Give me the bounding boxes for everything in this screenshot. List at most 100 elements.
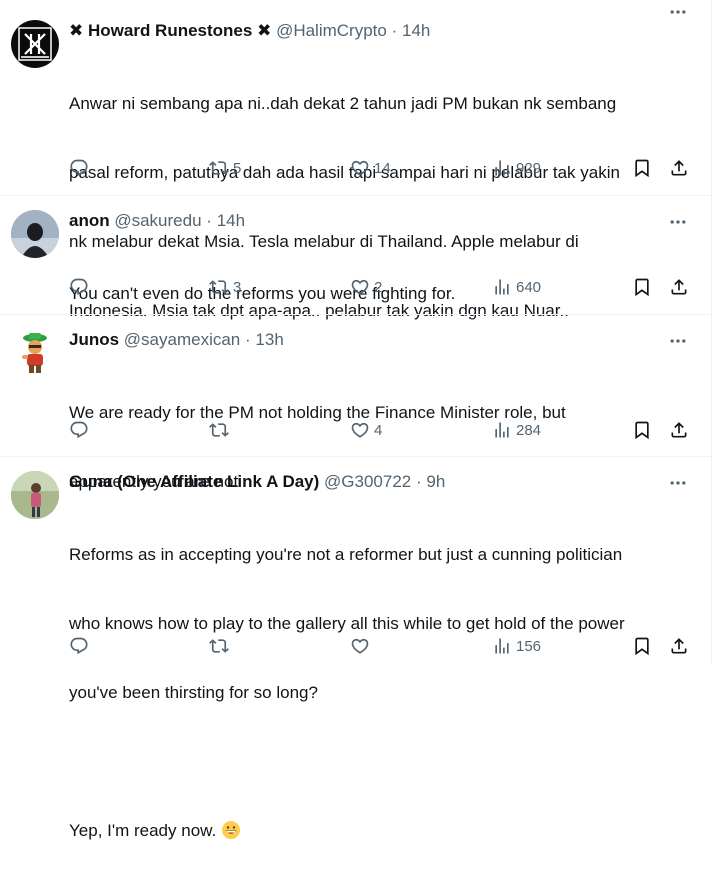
reply-icon bbox=[69, 277, 89, 297]
more-icon[interactable] bbox=[668, 473, 688, 493]
tweet-header: Junos @sayamexican · 13h bbox=[69, 329, 692, 351]
like-button[interactable]: 14 bbox=[350, 157, 391, 179]
more-icon[interactable] bbox=[668, 2, 688, 22]
share-icon bbox=[669, 158, 689, 178]
bookmark-button[interactable] bbox=[632, 276, 652, 298]
user-handle[interactable]: @G300722 bbox=[324, 472, 411, 491]
dot-separator: · bbox=[391, 21, 398, 40]
display-name[interactable]: Guna (One Affiliate Link A Day) bbox=[69, 472, 319, 491]
tweet[interactable]: anon @sakuredu · 14h You can't even do t… bbox=[0, 196, 712, 314]
share-button[interactable] bbox=[669, 419, 689, 441]
views-icon bbox=[492, 636, 512, 656]
avatar-mascot bbox=[11, 329, 59, 377]
avatar[interactable] bbox=[11, 329, 59, 377]
bookmark-icon bbox=[632, 636, 652, 656]
bookmark-button[interactable] bbox=[632, 419, 652, 441]
grinning-face-emoji bbox=[221, 820, 241, 840]
retweet-button[interactable]: 5 bbox=[209, 157, 241, 179]
like-button[interactable]: 4 bbox=[350, 419, 382, 441]
display-name[interactable]: anon bbox=[69, 211, 110, 230]
retweet-button[interactable] bbox=[209, 419, 233, 441]
bookmark-icon bbox=[632, 420, 652, 440]
tweet[interactable]: Guna (One Affiliate Link A Day) @G300722… bbox=[0, 457, 712, 840]
views-icon bbox=[492, 277, 512, 297]
views-button[interactable]: 929 bbox=[492, 157, 541, 179]
tweet[interactable]: Junos @sayamexican · 13h We are ready fo… bbox=[0, 315, 712, 491]
timestamp[interactable]: 14h bbox=[217, 211, 245, 230]
views-icon bbox=[492, 420, 512, 440]
action-bar: 156 bbox=[69, 635, 695, 657]
more-icon[interactable] bbox=[668, 331, 688, 351]
reply-icon bbox=[69, 158, 89, 178]
avatar-photo bbox=[11, 471, 59, 519]
bookmark-icon bbox=[632, 158, 652, 178]
like-button[interactable]: 2 bbox=[350, 276, 382, 298]
avatar[interactable] bbox=[11, 471, 59, 519]
views-count: 929 bbox=[516, 159, 542, 177]
user-handle[interactable]: @sakuredu bbox=[114, 211, 201, 230]
bookmark-button[interactable] bbox=[632, 157, 652, 179]
retweet-icon bbox=[209, 158, 229, 178]
retweet-count: 5 bbox=[233, 159, 242, 177]
action-bar: 5 14 929 bbox=[69, 157, 695, 179]
retweet-count: 3 bbox=[233, 278, 242, 296]
share-button[interactable] bbox=[669, 276, 689, 298]
retweet-icon bbox=[209, 636, 229, 656]
retweet-icon bbox=[209, 277, 229, 297]
dot-separator: · bbox=[206, 211, 212, 230]
share-button[interactable] bbox=[669, 635, 689, 657]
views-button[interactable]: 284 bbox=[492, 419, 541, 441]
views-icon bbox=[492, 158, 512, 178]
share-button[interactable] bbox=[669, 157, 689, 179]
share-icon bbox=[669, 636, 689, 656]
tweet-header: ✖ Howard Runestones ✖ @HalimCrypto · 14h bbox=[69, 20, 692, 42]
timestamp[interactable]: 14h bbox=[402, 21, 430, 40]
reply-button[interactable] bbox=[69, 419, 93, 441]
text-line: Anwar ni sembang apa ni..dah dekat 2 tah… bbox=[69, 94, 617, 113]
like-count: 4 bbox=[374, 421, 383, 439]
reply-button[interactable] bbox=[69, 157, 93, 179]
like-icon bbox=[350, 277, 370, 297]
text-line bbox=[69, 750, 699, 773]
user-handle[interactable]: @HalimCrypto bbox=[276, 21, 387, 40]
text-line: Reforms as in accepting you're not a ref… bbox=[69, 545, 623, 564]
retweet-icon bbox=[209, 420, 229, 440]
avatar[interactable] bbox=[11, 210, 59, 258]
text-line: who knows how to play to the gallery all… bbox=[69, 614, 625, 633]
tweet-text: Reforms as in accepting you're not a ref… bbox=[69, 497, 699, 888]
views-button[interactable]: 156 bbox=[492, 635, 541, 657]
views-count: 284 bbox=[516, 421, 542, 439]
avatar-photo bbox=[11, 210, 59, 258]
reply-button[interactable] bbox=[69, 635, 93, 657]
display-name[interactable]: ✖ Howard Runestones ✖ bbox=[69, 21, 271, 40]
runestone-logo bbox=[18, 27, 52, 61]
reply-button[interactable] bbox=[69, 276, 93, 298]
like-icon bbox=[350, 420, 370, 440]
reply-icon bbox=[69, 420, 89, 440]
action-bar: 3 2 640 bbox=[69, 276, 695, 298]
dot-separator: · bbox=[245, 330, 251, 349]
tweet-header: Guna (One Affiliate Link A Day) @G300722… bbox=[69, 471, 692, 493]
retweet-button[interactable] bbox=[209, 635, 233, 657]
avatar[interactable] bbox=[11, 20, 59, 68]
bookmark-button[interactable] bbox=[632, 635, 652, 657]
views-button[interactable]: 640 bbox=[492, 276, 541, 298]
text-line: Yep, I'm ready now. bbox=[69, 819, 699, 842]
text-line: you've been thirsting for so long? bbox=[69, 683, 318, 702]
user-handle[interactable]: @sayamexican bbox=[124, 330, 240, 349]
tweet[interactable]: ✖ Howard Runestones ✖ @HalimCrypto · 14h… bbox=[0, 0, 712, 320]
like-count: 14 bbox=[374, 159, 391, 177]
tweet-header: anon @sakuredu · 14h bbox=[69, 210, 692, 232]
like-icon bbox=[350, 158, 370, 178]
dot-separator: · bbox=[416, 472, 422, 491]
retweet-button[interactable]: 3 bbox=[209, 276, 241, 298]
timestamp[interactable]: 13h bbox=[255, 330, 283, 349]
like-button[interactable] bbox=[350, 635, 374, 657]
views-count: 156 bbox=[516, 637, 542, 655]
more-icon[interactable] bbox=[668, 212, 688, 232]
reply-icon bbox=[69, 636, 89, 656]
timestamp[interactable]: 9h bbox=[426, 472, 445, 491]
display-name[interactable]: Junos bbox=[69, 330, 119, 349]
bookmark-icon bbox=[632, 277, 652, 297]
views-count: 640 bbox=[516, 278, 542, 296]
